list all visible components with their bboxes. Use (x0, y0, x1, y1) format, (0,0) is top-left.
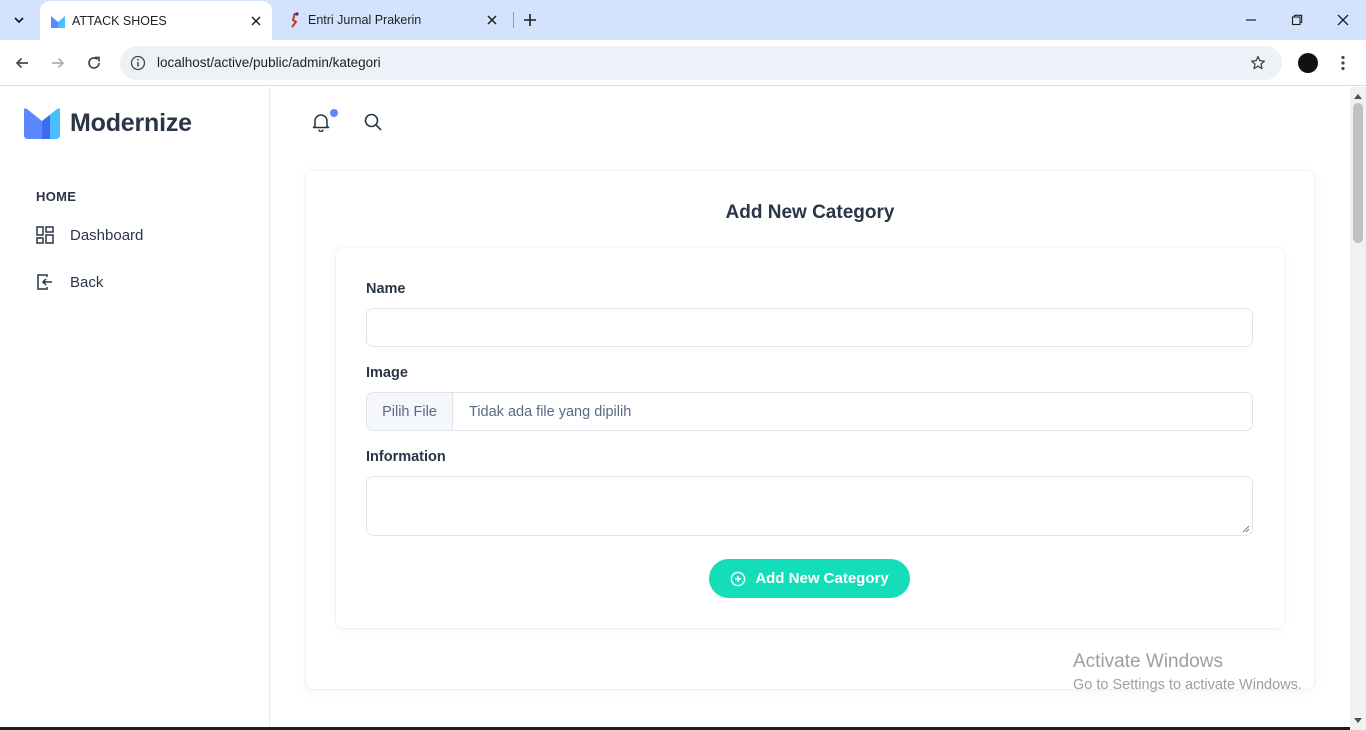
close-icon[interactable] (484, 12, 500, 28)
modernize-favicon-icon (51, 16, 65, 28)
page-scrollbar[interactable] (1350, 87, 1366, 730)
resize-handle-icon[interactable] (1242, 525, 1250, 533)
plus-icon (524, 14, 536, 26)
category-form: Name Image Pilih File Tidak ada file yan… (336, 248, 1284, 628)
window-close-button[interactable] (1331, 8, 1355, 32)
bell-icon (312, 114, 330, 132)
restore-icon (1291, 14, 1303, 26)
sidebar-item-label: Back (70, 273, 104, 291)
bookmark-star-icon[interactable] (1248, 53, 1268, 73)
plus-circle-icon (730, 571, 746, 587)
browser-menu-button[interactable] (1334, 51, 1352, 75)
minimize-icon (1246, 19, 1256, 21)
notification-button[interactable] (310, 111, 332, 133)
brand[interactable]: Modernize (24, 107, 192, 139)
runner-favicon-icon (291, 12, 299, 28)
page-title: Add New Category (725, 202, 895, 223)
watermark-title: Activate Windows (1073, 651, 1223, 672)
choose-file-button[interactable]: Pilih File (367, 393, 453, 430)
file-status-text: Tidak ada file yang dipilih (469, 403, 632, 420)
information-label: Information (366, 449, 446, 465)
tab-title: Entri Jurnal Prakerin (308, 13, 422, 27)
arrow-right-icon (52, 57, 65, 69)
close-icon[interactable] (248, 13, 264, 29)
site-info-icon[interactable] (128, 53, 148, 73)
name-label: Name (366, 281, 406, 297)
dashboard-icon (36, 226, 54, 244)
name-input[interactable] (366, 308, 1253, 347)
address-bar[interactable]: localhost/active/public/admin/kategori (120, 46, 1282, 80)
new-tab-button[interactable] (518, 8, 542, 32)
page: Modernize HOME Dashboard Back Add New Ca… (0, 87, 1350, 730)
sidebar: Modernize HOME Dashboard Back (0, 87, 270, 730)
arrow-left-icon (15, 57, 28, 69)
minimize-button[interactable] (1239, 8, 1263, 32)
sidebar-item-dashboard[interactable]: Dashboard (36, 226, 143, 244)
tab-separator (513, 12, 514, 28)
back-button[interactable] (10, 51, 34, 75)
reload-button[interactable] (82, 51, 106, 75)
url-text: localhost/active/public/admin/kategori (157, 55, 381, 70)
chevron-down-icon (14, 17, 24, 24)
close-icon (1337, 14, 1349, 26)
image-file-input[interactable]: Pilih File Tidak ada file yang dipilih (366, 392, 1253, 431)
logout-icon (36, 273, 54, 291)
watermark-subtitle: Go to Settings to activate Windows. (1073, 677, 1302, 693)
restore-button[interactable] (1285, 8, 1309, 32)
forward-button[interactable] (46, 51, 70, 75)
sidebar-item-back[interactable]: Back (36, 273, 103, 291)
browser-toolbar: localhost/active/public/admin/kategori (0, 40, 1366, 86)
kebab-menu-icon (1341, 55, 1345, 71)
browser-tab-bar: ATTACK SHOES Entri Jurnal Prakerin (0, 0, 1366, 40)
scroll-down-arrow-icon[interactable] (1350, 714, 1366, 728)
information-textarea[interactable] (366, 476, 1253, 536)
windows-activation-watermark: Activate Windows Go to Settings to activ… (1073, 651, 1302, 693)
search-icon (364, 113, 382, 131)
add-category-button[interactable]: Add New Category (709, 559, 910, 598)
add-category-card: Add New Category Name Image Pilih File T… (306, 171, 1314, 689)
search-button[interactable] (362, 111, 384, 133)
scrollbar-thumb[interactable] (1353, 103, 1363, 243)
sidebar-item-label: Dashboard (70, 226, 144, 244)
reload-icon (88, 56, 100, 69)
image-label: Image (366, 365, 408, 381)
brand-name: Modernize (70, 108, 192, 137)
notification-dot (330, 109, 338, 117)
modernize-logo-icon (24, 108, 60, 139)
tab-entri-jurnal[interactable]: Entri Jurnal Prakerin (276, 0, 508, 40)
scroll-up-arrow-icon[interactable] (1350, 89, 1366, 103)
add-category-button-label: Add New Category (755, 570, 889, 587)
profile-avatar[interactable] (1298, 53, 1318, 73)
tab-search-button[interactable] (6, 7, 32, 33)
tab-title: ATTACK SHOES (72, 14, 167, 28)
tab-attack-shoes[interactable]: ATTACK SHOES (40, 1, 272, 40)
nav-caption-home: HOME (36, 189, 77, 204)
